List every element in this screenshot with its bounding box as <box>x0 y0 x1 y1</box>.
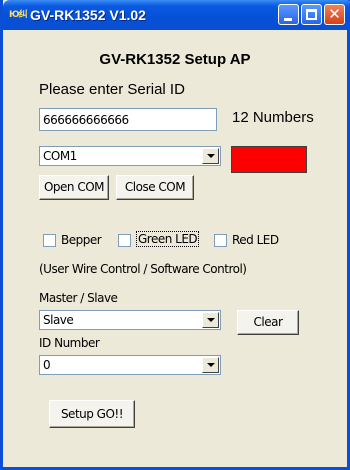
red-led-checkbox[interactable] <box>214 234 227 247</box>
red-led-label: Red LED <box>232 233 279 247</box>
bepper-checkbox[interactable] <box>43 234 56 247</box>
master-slave-select[interactable]: Slave <box>39 310 221 330</box>
close-button[interactable]: ✕ <box>324 4 345 25</box>
close-icon: ✕ <box>328 5 341 23</box>
app-icon: Ю纠 <box>9 10 28 20</box>
com-port-select[interactable]: COM1 <box>39 146 221 166</box>
bepper-label: Bepper <box>61 233 102 247</box>
master-slave-label: Master / Slave <box>39 291 118 305</box>
chevron-down-icon[interactable] <box>202 148 219 164</box>
master-slave-value: Slave <box>43 313 74 327</box>
com-status-indicator <box>231 146 307 173</box>
title-bar[interactable]: Ю纠 GV-RK1352 V1.02 ✕ <box>3 0 350 30</box>
serial-id-label: Please enter Serial ID <box>39 81 185 98</box>
maximize-button[interactable] <box>301 4 322 25</box>
minimize-button[interactable] <box>278 4 299 25</box>
id-number-label: ID Number <box>39 336 100 350</box>
chevron-down-icon[interactable] <box>202 312 219 328</box>
close-com-button[interactable]: Close COM <box>116 175 194 200</box>
app-window: Ю纠 GV-RK1352 V1.02 ✕ GV-RK1352 Setup AP … <box>0 0 350 470</box>
serial-hint-label: 12 Numbers <box>232 109 314 126</box>
serial-id-input[interactable]: 666666666666 <box>39 108 217 131</box>
maximize-icon <box>306 9 317 20</box>
page-title: GV-RK1352 Setup AP <box>99 51 251 68</box>
control-note: (User Wire Control / Software Control) <box>39 262 247 276</box>
minimize-icon <box>284 18 292 21</box>
window-title: GV-RK1352 V1.02 <box>30 7 146 23</box>
setup-go-button[interactable]: Setup GO!! <box>49 400 135 428</box>
id-number-value: 0 <box>43 358 51 372</box>
open-com-button[interactable]: Open COM <box>39 175 109 200</box>
clear-button[interactable]: Clear <box>237 310 299 335</box>
chevron-down-icon[interactable] <box>202 357 219 373</box>
green-led-label: Green LED <box>135 231 200 247</box>
green-led-checkbox[interactable] <box>118 234 131 247</box>
com-port-value: COM1 <box>43 149 77 163</box>
id-number-select[interactable]: 0 <box>39 355 221 375</box>
